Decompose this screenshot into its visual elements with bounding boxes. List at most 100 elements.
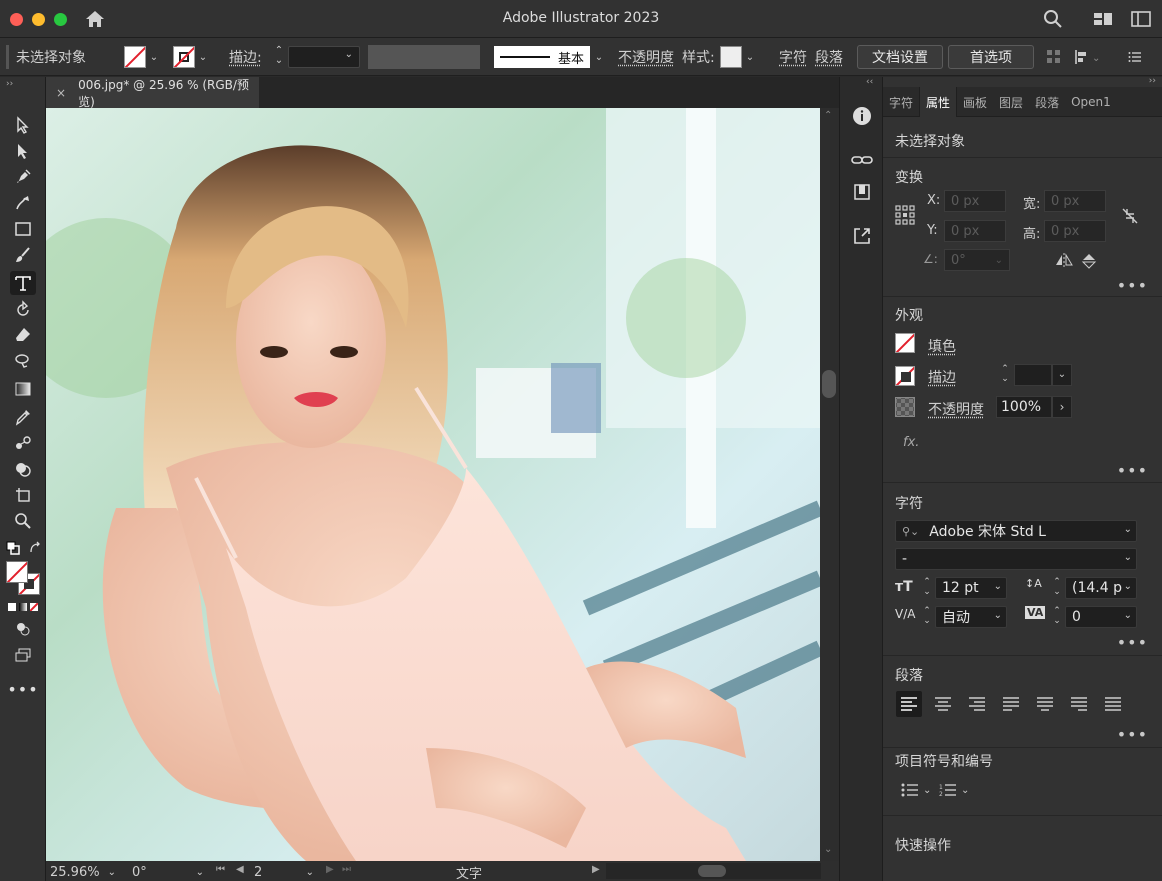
width-input[interactable]: 0 px [1044, 190, 1106, 212]
paintbrush-tool-icon[interactable] [10, 243, 36, 267]
none-button[interactable] [30, 603, 38, 611]
fill-label[interactable]: 填色 [928, 336, 956, 356]
leading-input[interactable]: (14.4 p ⌄ [1065, 577, 1137, 599]
scroll-thumb[interactable] [822, 370, 836, 398]
zoom-tool-icon[interactable] [10, 509, 36, 533]
stroke-weight-stepper[interactable]: ⌃ ⌄ ⌄ [270, 45, 360, 69]
scroll-up-icon[interactable]: ⌃ [824, 110, 832, 121]
selection-tool-icon[interactable] [10, 113, 36, 137]
pen-tool-icon[interactable] [10, 165, 36, 189]
paragraph-more-icon[interactable]: ••• [1117, 727, 1148, 743]
h-scroll-thumb[interactable] [698, 865, 726, 877]
document-setup-button[interactable]: 文档设置 [857, 45, 943, 69]
chevron-down-icon[interactable]: ⌄ [590, 46, 608, 68]
tracking-stepper[interactable]: ⌃ ⌄ 0 ⌄ [1049, 606, 1139, 628]
workspace-layout-icon[interactable] [1092, 9, 1114, 29]
gradient-tool-icon[interactable] [10, 377, 36, 401]
opacity-input-group[interactable]: 100% › [996, 396, 1072, 418]
tracking-input[interactable]: 0 ⌄ [1065, 606, 1137, 628]
swap-colors-icon[interactable] [28, 541, 42, 559]
justify-center-button[interactable] [1032, 691, 1058, 717]
horizontal-scrollbar[interactable] [606, 863, 821, 879]
constrain-proportions-icon[interactable] [1121, 207, 1139, 229]
transform-more-icon[interactable]: ••• [1117, 278, 1148, 294]
font-size-input[interactable]: 12 pt ⌄ [935, 577, 1007, 599]
shape-builder-tool-icon[interactable] [10, 457, 36, 481]
lasso-tool-icon[interactable] [10, 349, 36, 373]
panel-toggle-icon[interactable] [1130, 9, 1152, 29]
stroke-swatch-panel[interactable] [895, 366, 915, 386]
prev-artboard-icon[interactable]: ◀ [236, 864, 244, 875]
opacity-link[interactable]: 不透明度 [618, 45, 674, 69]
variable-width-profile[interactable] [368, 45, 480, 69]
screen-mode-icon[interactable] [10, 643, 36, 667]
character-link[interactable]: 字符 [779, 45, 807, 69]
tab-properties[interactable]: 属性 [919, 87, 958, 117]
fill-stroke-swatches[interactable] [6, 561, 40, 595]
distribute-icon[interactable]: ⌄ [1074, 45, 1102, 69]
font-search-icon[interactable]: ⚲⌄ [902, 525, 919, 538]
search-icon[interactable] [1042, 9, 1064, 29]
grip-handle[interactable] [6, 45, 9, 69]
vertical-scrollbar[interactable]: ⌃ ⌄ [820, 108, 839, 861]
x-input[interactable]: 0 px [944, 190, 1006, 212]
status-menu-icon[interactable]: ▶ [592, 864, 600, 875]
tab-artboards[interactable]: 画板 [957, 87, 993, 117]
font-family-select[interactable]: ⚲⌄ Adobe 宋体 Std L ⌄ [895, 520, 1137, 542]
links-icon[interactable] [851, 149, 873, 171]
character-more-icon[interactable]: ••• [1117, 635, 1148, 651]
chevron-down-icon[interactable]: ⌄ [146, 46, 162, 68]
fill-swatch-panel[interactable] [895, 333, 915, 353]
font-size-stepper[interactable]: ⌃ ⌄ 12 pt ⌄ [919, 577, 1009, 599]
align-left-button[interactable] [896, 691, 922, 717]
color-button[interactable] [8, 603, 16, 611]
effects-fx-button[interactable]: fx. [903, 435, 919, 450]
chevron-right-icon[interactable]: › [1052, 396, 1072, 418]
chevron-down-icon[interactable]: ⌄ [195, 46, 211, 68]
export-icon[interactable] [851, 225, 873, 247]
default-colors-icon[interactable] [6, 541, 20, 559]
curvature-tool-icon[interactable] [10, 191, 36, 215]
graphic-style-swatch[interactable]: ⌄ [720, 45, 758, 69]
edit-toolbar-icon[interactable]: ••• [7, 677, 37, 701]
justify-right-button[interactable] [1066, 691, 1092, 717]
paragraph-link[interactable]: 段落 [815, 45, 843, 69]
tab-layers[interactable]: 图层 [993, 87, 1029, 117]
document-tab[interactable]: × 006.jpg* @ 25.96 % (RGB/预览) [46, 77, 259, 109]
collapse-panel-icon[interactable]: ›› [1149, 76, 1156, 86]
draw-mode-icon[interactable] [10, 617, 36, 641]
direct-selection-tool-icon[interactable] [10, 139, 36, 163]
rotation-select[interactable]: 0° ⌄ [132, 863, 204, 881]
brush-definition-select[interactable]: 基本 ⌄ [494, 45, 608, 69]
y-input[interactable]: 0 px [944, 220, 1006, 242]
collapse-toolbar-icon[interactable]: ›› [6, 79, 13, 89]
rectangle-tool-icon[interactable] [10, 217, 36, 241]
artboard-canvas[interactable] [46, 108, 820, 861]
numbering-button[interactable]: 12 ⌄ [939, 783, 969, 797]
justify-all-button[interactable] [1100, 691, 1126, 717]
chevron-down-icon[interactable]: ⌄ [742, 46, 758, 68]
opacity-label-panel[interactable]: 不透明度 [928, 399, 984, 419]
blend-tool-icon[interactable] [10, 431, 36, 455]
info-icon[interactable] [851, 105, 873, 127]
rotate-tool-icon[interactable] [10, 297, 36, 321]
scroll-down-icon[interactable]: ⌄ [824, 844, 832, 855]
close-tab-icon[interactable]: × [56, 86, 66, 100]
next-artboard-icon[interactable]: ▶ [326, 864, 334, 875]
align-grid-icon[interactable] [1046, 45, 1062, 69]
reference-point-icon[interactable] [895, 205, 915, 229]
stroke-swatch[interactable]: ⌄ [173, 45, 211, 69]
zoom-select[interactable]: 25.96% ⌄ [50, 863, 124, 881]
artboard-tool-icon[interactable] [10, 483, 36, 507]
tab-character[interactable]: 字符 [883, 87, 919, 117]
flip-horizontal-icon[interactable] [1055, 253, 1073, 271]
tab-opentype[interactable]: Open1 [1065, 87, 1117, 117]
panel-menu-icon[interactable] [1128, 45, 1142, 69]
kerning-input[interactable]: 自动 ⌄ [935, 606, 1007, 628]
libraries-icon[interactable] [851, 181, 873, 203]
preferences-button[interactable]: 首选项 [948, 45, 1034, 69]
eraser-tool-icon[interactable] [10, 323, 36, 347]
appearance-more-icon[interactable]: ••• [1117, 463, 1148, 479]
font-style-select[interactable]: - ⌄ [895, 548, 1137, 570]
last-artboard-icon[interactable]: ⏭ [342, 864, 351, 875]
